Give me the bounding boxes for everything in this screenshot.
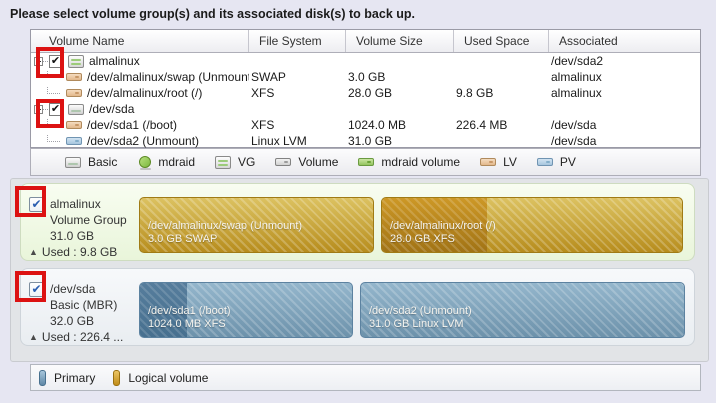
volume-size-value: 1024.0 MB [346,118,454,132]
icon-legend-bar: Basic mdraid VG Volume mdraid volume LV … [30,148,701,176]
table-header: Volume Name File System Volume Size Used… [31,30,700,53]
associated-value: almalinux [549,86,700,100]
legend-item-mdraid: mdraid [137,155,195,169]
volume-icon [275,158,291,166]
column-header-used-space[interactable]: Used Space [454,30,549,52]
table-row[interactable]: /dev/sda2 (Unmount) Linux LVM 31.0 GB /d… [31,133,700,149]
column-header-volume-size[interactable]: Volume Size [346,30,454,52]
table-row[interactable]: /dev/sda1 (/boot) XFS 1024.0 MB 226.4 MB… [31,117,700,133]
panel-name: almalinux [50,197,101,211]
disk-layout-area: ✔ almalinux Volume Group 31.0 GB ▲ Used … [10,178,709,362]
backup-volume-selection-screen: Please select volume group(s) and its as… [0,0,716,403]
used-arrow-icon: ▲ [29,247,38,257]
volume-bar-sda2[interactable]: /dev/sda2 (Unmount) 31.0 GB Linux LVM [360,282,685,338]
legend-item-volume: Volume [275,155,338,169]
legend-label: Basic [88,155,117,169]
pv-icon [537,158,553,166]
page-title: Please select volume group(s) and its as… [10,7,415,21]
panel-used: ▲ Used : 9.8 GB [29,245,117,259]
panel-used: ▲ Used : 226.4 ... [29,330,123,344]
volume-size-value: 31.0 GB [346,134,454,148]
panel-type: Basic (MBR) [50,298,117,312]
legend-item-basic: Basic [65,155,117,169]
column-header-file-system[interactable]: File System [249,30,346,52]
volume-bar-sda1[interactable]: /dev/sda1 (/boot) 1024.0 MB XFS [139,282,353,338]
panel-type: Volume Group [50,213,127,227]
panel-used-label: Used : 226.4 ... [42,330,123,344]
tree-connector [47,86,60,94]
partition-legend-bar: Primary Logical volume [30,364,701,391]
associated-value: /dev/sda2 [549,54,700,68]
volume-bar-swap[interactable]: /dev/almalinux/swap (Unmount) 3.0 GB SWA… [139,197,374,253]
bar-label: /dev/almalinux/root (/) 28.0 GB XFS [390,220,496,246]
legend-item-logical-volume: Logical volume [113,370,208,386]
legend-label: Logical volume [128,371,208,385]
file-system-value: XFS [249,118,346,132]
legend-label: Primary [54,371,95,385]
legend-label: mdraid volume [381,155,460,169]
volume-name-label: /dev/sda1 (/boot) [87,118,177,132]
used-space-value: 9.8 GB [454,86,549,100]
table-row[interactable]: ✔ almalinux /dev/sda2 [31,53,700,69]
legend-label: Volume [298,155,338,169]
volume-name-label: almalinux [89,54,140,68]
associated-value: /dev/sda [549,118,700,132]
vg-icon [68,55,84,68]
legend-item-mdraid-volume: mdraid volume [358,155,460,169]
volume-name-label: /dev/almalinux/root (/) [87,86,202,100]
legend-item-lv: LV [480,155,517,169]
used-arrow-icon: ▲ [29,332,38,342]
table-row[interactable]: /dev/almalinux/root (/) XFS 28.0 GB 9.8 … [31,85,700,101]
tree-connector [47,134,60,142]
annotation-box-row-checkbox-dev-sda [36,99,64,128]
annotation-box-panel-checkbox-dev-sda [15,271,46,302]
panel-dev-sda-basic-disk[interactable]: ✔ /dev/sda Basic (MBR) 32.0 GB ▲ Used : … [20,268,695,346]
annotation-box-panel-checkbox-almalinux [15,186,46,217]
column-header-associated[interactable]: Associated [549,30,700,52]
pv-icon [66,137,82,145]
lv-icon [66,73,82,81]
basic-disk-icon [68,104,84,115]
legend-label: VG [238,155,255,169]
panel-name: /dev/sda [50,282,95,296]
table-row[interactable]: /dev/almalinux/swap (Unmount) SWAP 3.0 G… [31,69,700,85]
lv-icon [66,89,82,97]
primary-swatch [39,370,46,386]
legend-label: mdraid [158,155,195,169]
lv-icon [480,158,496,166]
bar-label: /dev/almalinux/swap (Unmount) 3.0 GB SWA… [148,220,302,246]
mdraid-icon [139,156,151,168]
panel-size: 31.0 GB [50,229,94,243]
file-system-value: XFS [249,86,346,100]
legend-item-vg: VG [215,155,255,169]
volume-name-label: /dev/sda [89,102,134,116]
bar-label: /dev/sda1 (/boot) 1024.0 MB XFS [148,305,231,331]
panel-almalinux-volume-group[interactable]: ✔ almalinux Volume Group 31.0 GB ▲ Used … [20,183,695,261]
legend-item-primary: Primary [39,370,95,386]
legend-label: LV [503,155,517,169]
volume-bar-root[interactable]: /dev/almalinux/root (/) 28.0 GB XFS [381,197,683,253]
table-row[interactable]: ✔ /dev/sda [31,101,700,117]
volume-name-label: /dev/sda2 (Unmount) [87,134,199,148]
panel-used-label: Used : 9.8 GB [42,245,117,259]
vg-icon [215,156,231,169]
volume-icon [66,121,82,129]
annotation-box-row-checkbox-almalinux [36,47,64,78]
volume-size-value: 3.0 GB [346,70,454,84]
associated-value: almalinux [549,70,700,84]
used-space-value: 226.4 MB [454,118,549,132]
file-system-value: SWAP [249,70,346,84]
volume-table: Volume Name File System Volume Size Used… [30,29,701,148]
volume-size-value: 28.0 GB [346,86,454,100]
logical-volume-swatch [113,370,120,386]
associated-value: /dev/sda [549,134,700,148]
volume-name-label: /dev/almalinux/swap (Unmount) [87,70,249,84]
bar-label: /dev/sda2 (Unmount) 31.0 GB Linux LVM [369,305,472,331]
panel-size: 32.0 GB [50,314,94,328]
mdraid-volume-icon [358,158,374,166]
basic-disk-icon [65,157,81,168]
file-system-value: Linux LVM [249,134,346,148]
legend-item-pv: PV [537,155,576,169]
legend-label: PV [560,155,576,169]
